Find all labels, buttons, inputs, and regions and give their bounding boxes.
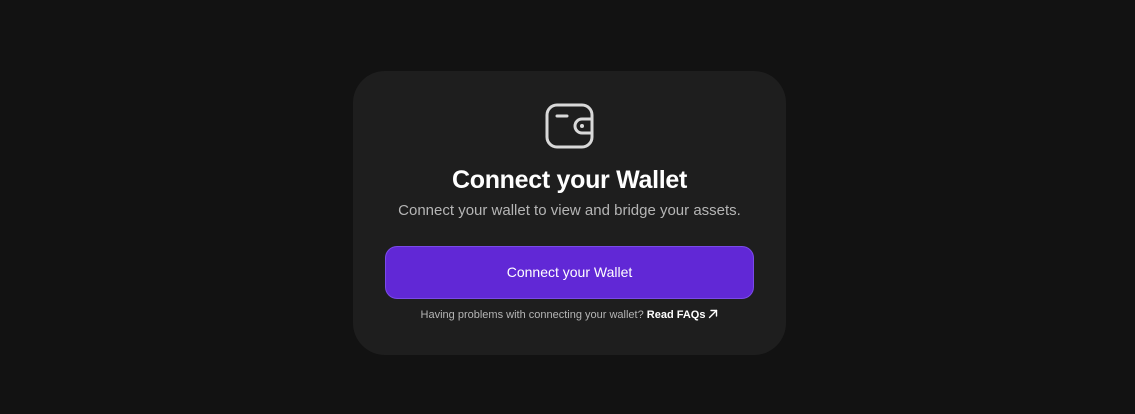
arrow-up-right-icon [708, 308, 718, 319]
wallet-icon [545, 103, 595, 151]
connect-wallet-button[interactable]: Connect your Wallet [385, 246, 754, 299]
help-text: Having problems with connecting your wal… [420, 309, 644, 321]
card-subtitle: Connect your wallet to view and bridge y… [398, 202, 741, 219]
connect-wallet-card: Connect your Wallet Connect your wallet … [353, 71, 786, 355]
page: Connect your Wallet Connect your wallet … [0, 0, 1135, 414]
card-title: Connect your Wallet [451, 166, 688, 194]
read-faqs-label: Read FAQs [646, 309, 706, 321]
read-faqs-link[interactable]: Read FAQs [647, 309, 719, 321]
help-row: Having problems with connecting your wal… [353, 307, 786, 323]
